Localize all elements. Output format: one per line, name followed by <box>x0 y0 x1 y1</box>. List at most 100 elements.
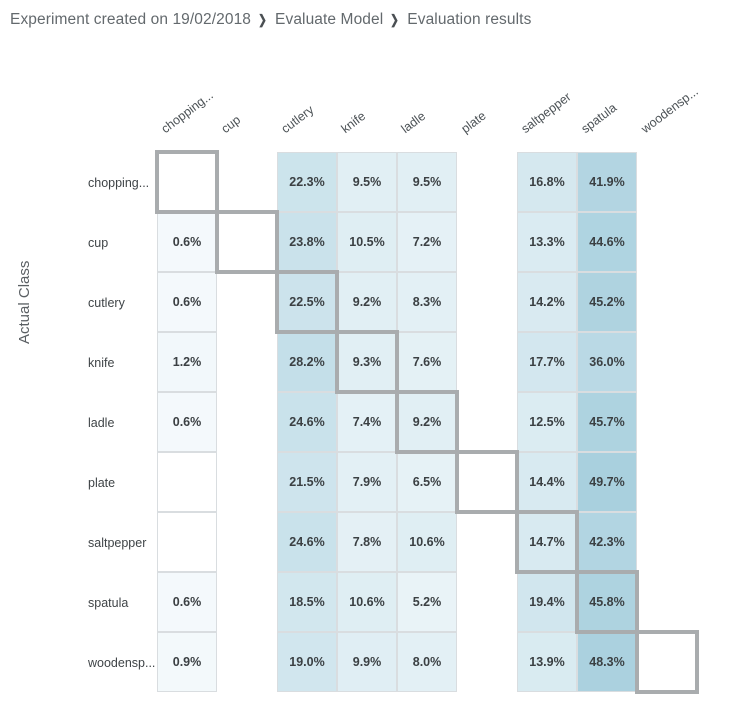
matrix-cell[interactable]: 7.4% <box>337 392 397 452</box>
matrix-cell <box>457 512 517 572</box>
column-header-woodensp: woodensp... <box>638 84 701 136</box>
y-axis-title: Actual Class <box>16 260 33 344</box>
matrix-cell <box>217 572 277 632</box>
matrix-cell <box>217 452 277 512</box>
matrix-cell[interactable]: 8.0% <box>397 632 457 692</box>
matrix-cell[interactable]: 19.0% <box>277 632 337 692</box>
matrix-cell[interactable]: 24.6% <box>277 512 337 572</box>
matrix-cell <box>457 332 517 392</box>
matrix-cell <box>217 332 277 392</box>
matrix-cell[interactable]: 12.5% <box>517 392 577 452</box>
matrix-cell[interactable]: 19.4% <box>517 572 577 632</box>
matrix-cell <box>457 572 517 632</box>
matrix-cell[interactable]: 45.2% <box>577 272 637 332</box>
column-header-plate: plate <box>458 108 489 136</box>
matrix-cell <box>637 272 697 332</box>
row-label-chopping: chopping... <box>88 176 150 190</box>
column-header-ladle: ladle <box>398 108 429 136</box>
column-header-saltpepper: saltpepper <box>518 89 574 136</box>
matrix-cell[interactable]: 9.2% <box>337 272 397 332</box>
matrix-cell[interactable]: 44.6% <box>577 212 637 272</box>
matrix-cell <box>457 632 517 692</box>
matrix-cell[interactable]: 48.3% <box>577 632 637 692</box>
matrix-cell[interactable]: 10.5% <box>337 212 397 272</box>
matrix-cell[interactable] <box>155 150 219 214</box>
matrix-cell[interactable]: 45.7% <box>577 392 637 452</box>
matrix-cell[interactable]: 22.3% <box>277 152 337 212</box>
matrix-cell <box>637 152 697 212</box>
breadcrumb-item-evaluate-model[interactable]: Evaluate Model <box>275 11 383 28</box>
matrix-cell[interactable]: 36.0% <box>577 332 637 392</box>
row-label-saltpepper: saltpepper <box>88 536 147 550</box>
row-label-ladle: ladle <box>88 416 115 430</box>
matrix-cell[interactable]: 9.3% <box>335 330 399 394</box>
matrix-cell <box>457 272 517 332</box>
matrix-cell[interactable]: 0.6% <box>157 212 217 272</box>
matrix-cell <box>217 512 277 572</box>
matrix-cell[interactable]: 6.5% <box>397 452 457 512</box>
row-label-knife: knife <box>88 356 115 370</box>
matrix-cell[interactable]: 9.5% <box>397 152 457 212</box>
matrix-cell[interactable]: 8.3% <box>397 272 457 332</box>
matrix-cell[interactable]: 16.8% <box>517 152 577 212</box>
matrix-cell[interactable]: 14.4% <box>517 452 577 512</box>
matrix-cell[interactable]: 49.7% <box>577 452 637 512</box>
row-label-cup: cup <box>88 236 109 250</box>
breadcrumb-separator-icon: ❯ <box>258 12 267 27</box>
column-header-spatula: spatula <box>578 100 620 136</box>
matrix-cell[interactable]: 5.2% <box>397 572 457 632</box>
matrix-cell[interactable]: 17.7% <box>517 332 577 392</box>
matrix-cell[interactable]: 13.9% <box>517 632 577 692</box>
matrix-cell[interactable] <box>455 450 519 514</box>
matrix-cell[interactable]: 23.8% <box>277 212 337 272</box>
row-label-plate: plate <box>88 476 116 490</box>
breadcrumb-item-experiment[interactable]: Experiment created on 19/02/2018 <box>10 11 251 28</box>
matrix-cell[interactable]: 14.2% <box>517 272 577 332</box>
matrix-cell[interactable]: 24.6% <box>277 392 337 452</box>
matrix-cell[interactable]: 1.2% <box>157 332 217 392</box>
matrix-cell[interactable]: 21.5% <box>277 452 337 512</box>
matrix-cell[interactable]: 10.6% <box>397 512 457 572</box>
matrix-cell[interactable]: 9.2% <box>395 390 459 454</box>
matrix-cell[interactable]: 18.5% <box>277 572 337 632</box>
column-header-cutlery: cutlery <box>278 102 317 136</box>
matrix-cell[interactable]: 14.7% <box>515 510 579 574</box>
matrix-cell <box>637 332 697 392</box>
row-label-woodensp: woodensp... <box>88 656 156 670</box>
matrix-cell[interactable]: 7.9% <box>337 452 397 512</box>
matrix-cell[interactable]: 9.9% <box>337 632 397 692</box>
matrix-cell[interactable]: 10.6% <box>337 572 397 632</box>
matrix-cell[interactable] <box>157 452 217 512</box>
row-label-spatula: spatula <box>88 596 129 610</box>
matrix-cell <box>637 212 697 272</box>
matrix-cell <box>637 512 697 572</box>
matrix-cell[interactable]: 22.5% <box>275 270 339 334</box>
matrix-cell[interactable] <box>215 210 279 274</box>
matrix-cell[interactable]: 9.5% <box>337 152 397 212</box>
matrix-cell[interactable]: 45.8% <box>575 570 639 634</box>
matrix-cell <box>457 392 517 452</box>
breadcrumb-separator-icon: ❯ <box>390 12 400 27</box>
matrix-cell[interactable]: 0.6% <box>157 392 217 452</box>
row-label-cutlery: cutlery <box>88 296 125 310</box>
matrix-cell[interactable]: 7.6% <box>397 332 457 392</box>
matrix-cell[interactable]: 7.8% <box>337 512 397 572</box>
column-header-chopping: chopping... <box>158 88 216 136</box>
matrix-cell[interactable]: 0.9% <box>157 632 217 692</box>
matrix-cell[interactable]: 42.3% <box>577 512 637 572</box>
matrix-cell <box>637 572 697 632</box>
matrix-cell[interactable]: 13.3% <box>517 212 577 272</box>
matrix-cell[interactable]: 41.9% <box>577 152 637 212</box>
matrix-cell[interactable]: 0.6% <box>157 572 217 632</box>
matrix-cell[interactable] <box>157 512 217 572</box>
matrix-cell <box>217 272 277 332</box>
breadcrumb: Experiment created on 19/02/2018 ❯ Evaluat… <box>10 11 531 29</box>
matrix-cell[interactable] <box>635 630 699 694</box>
matrix-cell[interactable]: 0.6% <box>157 272 217 332</box>
matrix-cell <box>457 152 517 212</box>
matrix-cell[interactable]: 28.2% <box>277 332 337 392</box>
column-header-cup: cup <box>218 112 244 136</box>
breadcrumb-item-evaluation-results: Evaluation results <box>407 11 532 28</box>
matrix-cell <box>637 452 697 512</box>
matrix-cell[interactable]: 7.2% <box>397 212 457 272</box>
